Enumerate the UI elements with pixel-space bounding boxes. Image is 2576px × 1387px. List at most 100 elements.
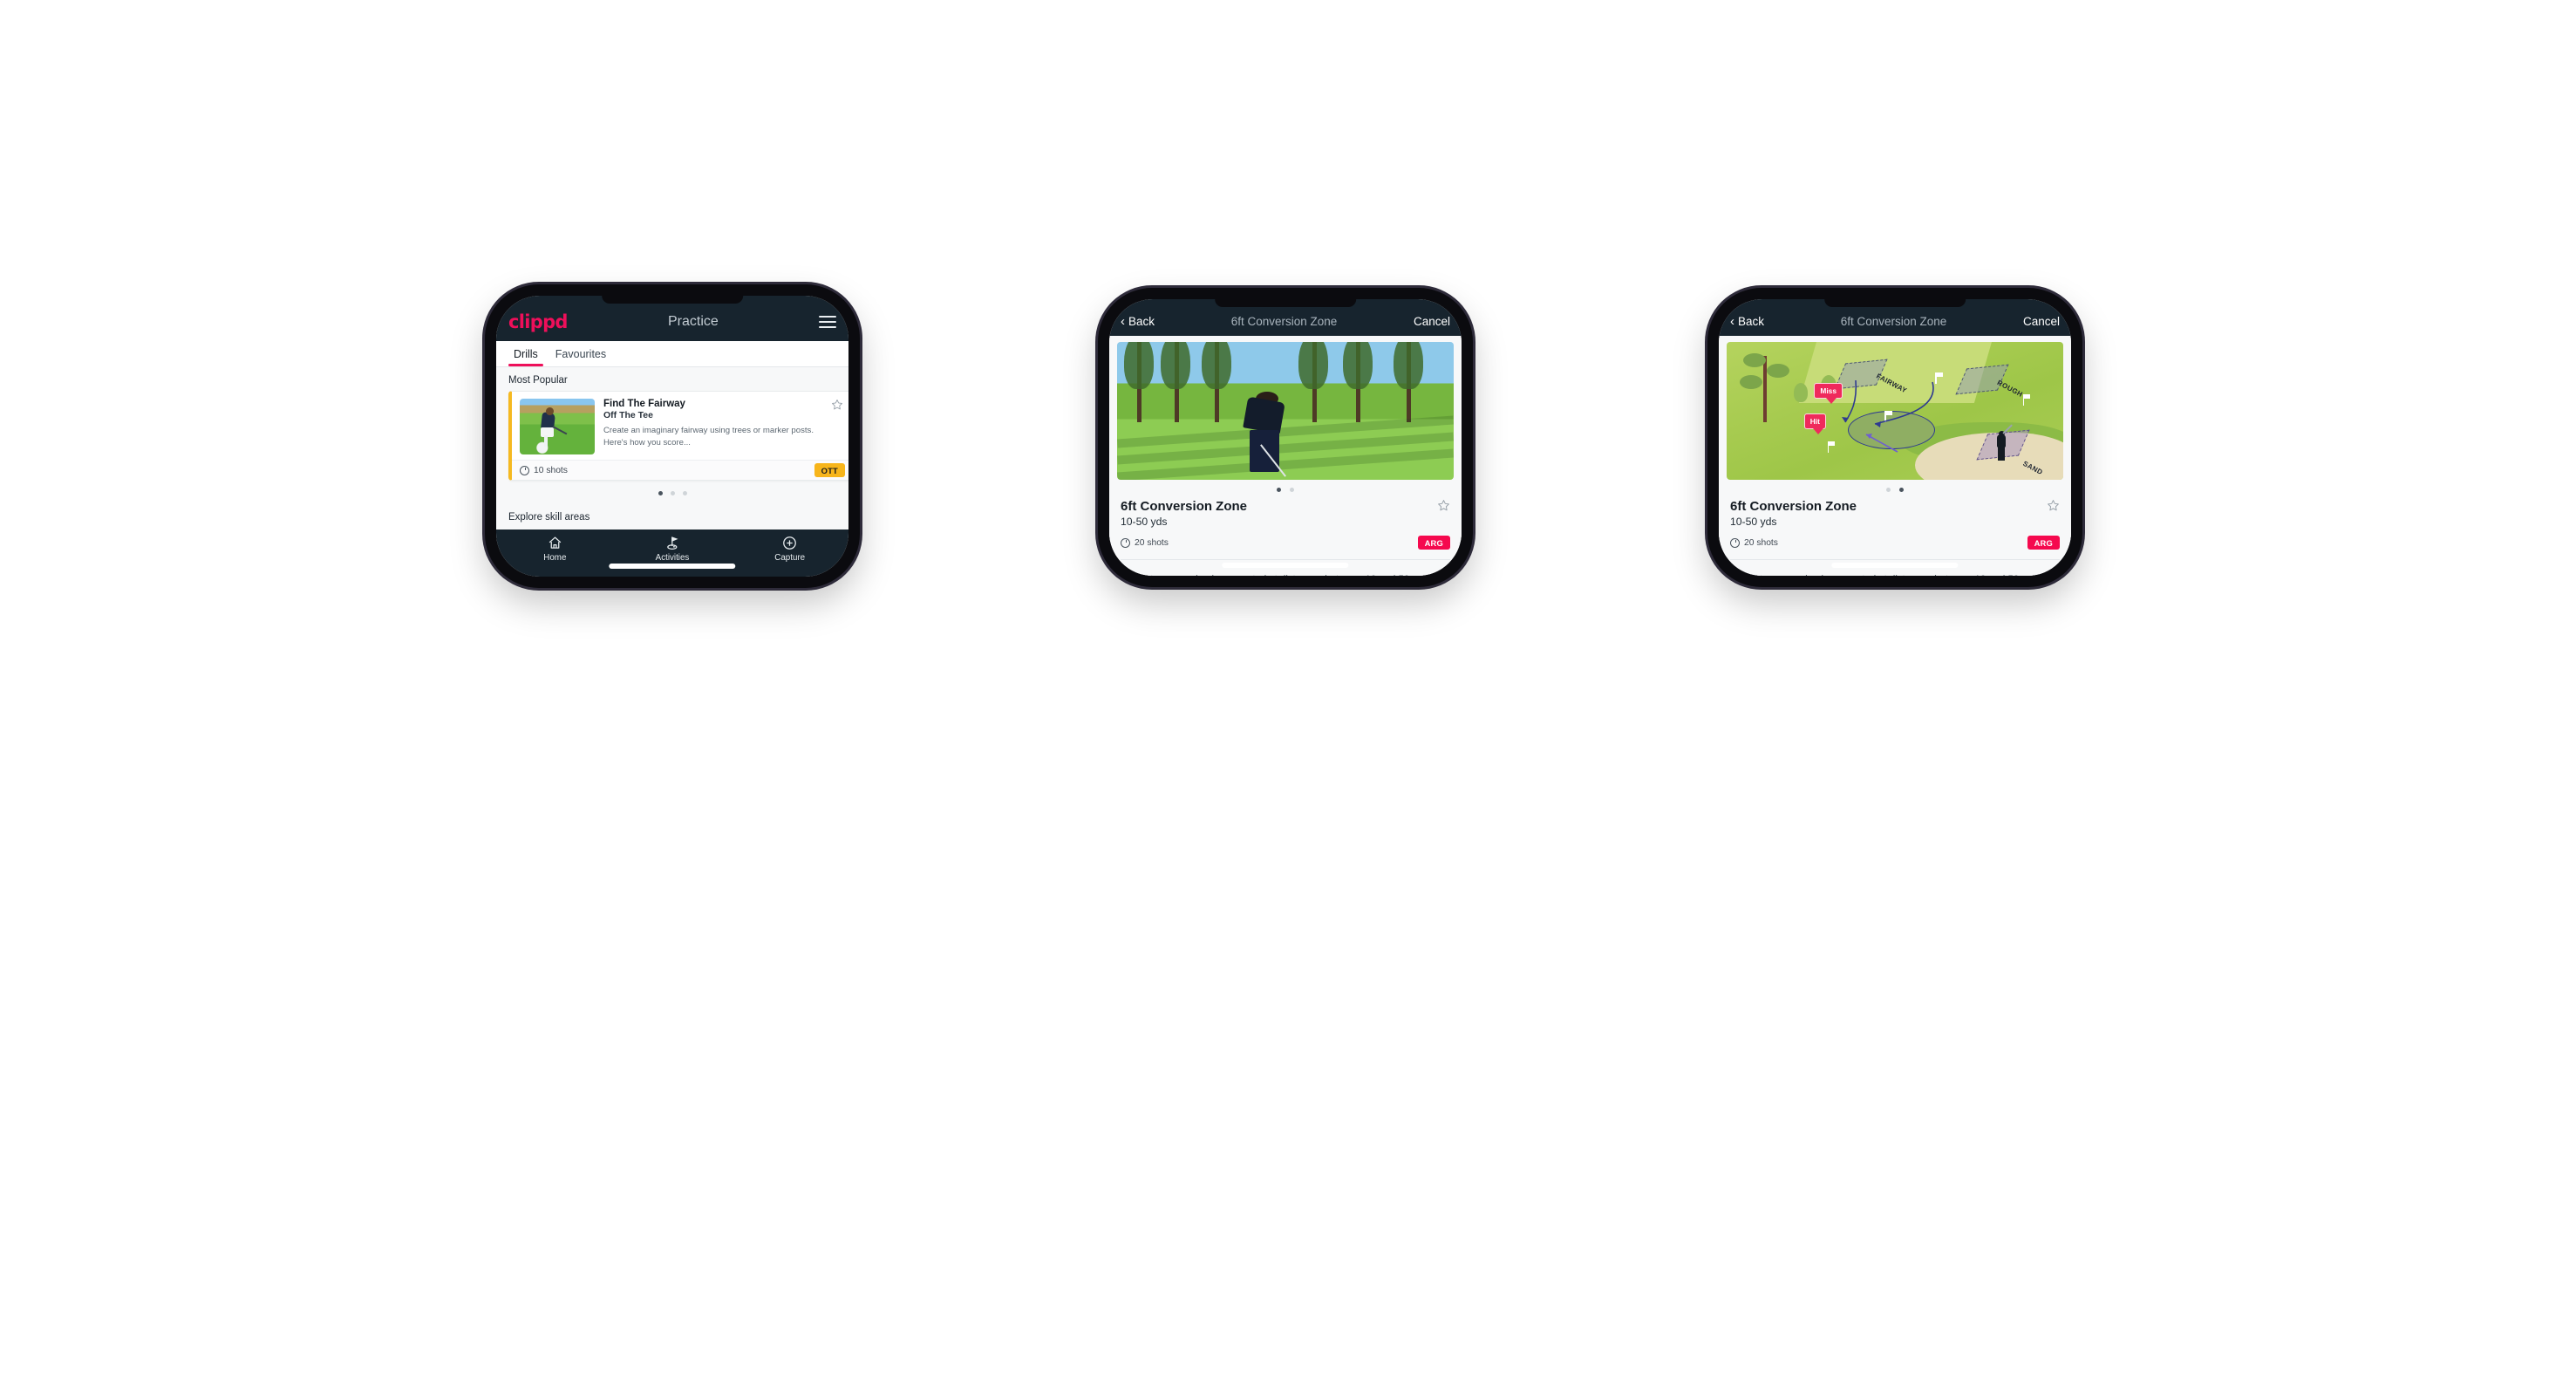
golf-course-diagram: FAIRWAY ROUGH SAND Miss Hit <box>1727 342 2063 480</box>
detail-title-row: 6ft Conversion Zone 10-50 yds <box>1730 499 2060 528</box>
carousel-dot-1[interactable] <box>658 491 663 495</box>
detail-badge-arg: ARG <box>2027 536 2060 550</box>
practice-content: Most Popular Find The Fairway Off The Te… <box>496 367 848 530</box>
golfer-figure <box>1995 424 2013 461</box>
tab-favourites[interactable]: Favourites <box>547 341 615 366</box>
nav-item-activities[interactable]: Activities <box>614 536 732 563</box>
tab-drills[interactable]: Drills <box>505 341 547 366</box>
carousel-dots[interactable] <box>496 481 848 504</box>
phone3-screen: ‹ Back 6ft Conversion Zone Cancel FAIRWA… <box>1719 299 2071 576</box>
clock-icon <box>1730 537 1740 548</box>
drill-shots: 10 shots <box>520 465 568 475</box>
drill-card-footer: 10 shots OTT <box>512 460 848 480</box>
drill-thumbnail <box>520 399 595 454</box>
golf-flag-icon <box>614 536 732 550</box>
page-title: Practice <box>667 314 719 329</box>
detail-shots: 20 shots <box>1730 537 1778 548</box>
chevron-left-icon: ‹ <box>1730 313 1734 329</box>
carousel-dot-3[interactable] <box>682 491 687 495</box>
golfer-chipping-photo <box>1117 342 1454 480</box>
detail-badge-arg: ARG <box>1417 536 1450 550</box>
phone2-screen: ‹ Back 6ft Conversion Zone Cancel 6ft Co… <box>1109 299 1462 576</box>
media-dots[interactable] <box>1121 480 1450 499</box>
drill-detail-card: 6ft Conversion Zone 10-50 yds 20 shots A… <box>1109 480 1462 576</box>
golfer-illustration <box>539 407 568 448</box>
clock-icon <box>520 465 529 475</box>
drill-badge-ott: OTT <box>814 463 845 477</box>
drill-category: Off The Tee <box>603 410 653 420</box>
home-indicator <box>1831 563 1959 568</box>
detail-meta-row: 20 shots ARG <box>1121 536 1450 550</box>
navbar-title: 6ft Conversion Zone <box>1230 314 1338 328</box>
detail-subtitle: 10-50 yds <box>1121 516 1168 528</box>
home-indicator <box>609 564 736 569</box>
detail-title: 6ft Conversion Zone <box>1121 499 1248 514</box>
media-dot-2[interactable] <box>1899 488 1904 492</box>
clock-icon <box>1121 537 1130 548</box>
device-notch <box>1215 299 1356 307</box>
nav-label: Activities <box>655 553 690 563</box>
detail-subtitle: 10-50 yds <box>1730 516 1777 528</box>
skill-areas-grid: Off The Tee Power and accuracy <box>496 528 848 530</box>
drill-shots-label: 10 shots <box>534 465 568 475</box>
miss-tag: Miss <box>1814 383 1843 405</box>
plus-circle-icon <box>731 536 848 550</box>
media-dot-1[interactable] <box>1886 488 1891 492</box>
back-label: Back <box>1128 314 1155 328</box>
detail-body: 6ft Conversion Zone 10-50 yds 20 shots A… <box>1109 336 1462 576</box>
star-outline-icon[interactable] <box>831 399 843 411</box>
drill-info: Find The Fairway Off The Tee Create an i… <box>595 399 845 454</box>
drill-media-illustration[interactable]: FAIRWAY ROUGH SAND Miss Hit <box>1727 342 2063 480</box>
device-notch <box>1824 299 1966 307</box>
detail-title-block: 6ft Conversion Zone 10-50 yds <box>1121 499 1247 528</box>
golfer-figure <box>1238 391 1296 477</box>
phone-mockup-drill-detail-diagram: ‹ Back 6ft Conversion Zone Cancel FAIRWA… <box>1707 288 2082 587</box>
home-icon <box>496 536 614 550</box>
drill-detail-card: 6ft Conversion Zone 10-50 yds 20 shots A… <box>1719 480 2071 576</box>
media-dot-2[interactable] <box>1290 488 1294 492</box>
phone-mockup-practice-list: clippd Practice Drills Favourites Most P… <box>485 284 860 588</box>
nav-label: Capture <box>774 553 806 563</box>
drill-carousel[interactable]: Find The Fairway Off The Tee Create an i… <box>496 391 848 481</box>
back-label: Back <box>1738 314 1765 328</box>
drill-card-top: Find The Fairway Off The Tee Create an i… <box>512 392 848 460</box>
nav-item-home[interactable]: Home <box>496 536 614 563</box>
detail-title: 6ft Conversion Zone <box>1730 499 1857 514</box>
drill-name: Find The Fairway <box>603 399 685 409</box>
detail-shots-label: 20 shots <box>1744 537 1778 548</box>
drill-description: Create an imaginary fairway using trees … <box>603 426 814 448</box>
device-notch <box>602 296 743 304</box>
detail-shots: 20 shots <box>1121 537 1169 548</box>
detail-body: FAIRWAY ROUGH SAND Miss Hit 6ft Conversi… <box>1719 336 2071 576</box>
hit-tag: Hit <box>1803 413 1826 435</box>
hamburger-icon[interactable] <box>819 315 836 329</box>
nav-label: Home <box>543 553 567 563</box>
cancel-button[interactable]: Cancel <box>2023 315 2060 328</box>
drill-media-photo[interactable] <box>1117 342 1454 480</box>
detail-title-row: 6ft Conversion Zone 10-50 yds <box>1121 499 1450 528</box>
cancel-button[interactable]: Cancel <box>1414 315 1450 328</box>
chevron-left-icon: ‹ <box>1121 313 1125 329</box>
back-button[interactable]: ‹ Back <box>1730 315 1764 328</box>
clippd-logo: clippd <box>508 311 568 332</box>
detail-meta-row: 20 shots ARG <box>1730 536 2060 550</box>
phone1-screen: clippd Practice Drills Favourites Most P… <box>496 296 848 577</box>
home-indicator <box>1222 563 1349 568</box>
media-dots[interactable] <box>1730 480 2060 499</box>
phone-mockup-drill-detail-photo: ‹ Back 6ft Conversion Zone Cancel 6ft Co… <box>1098 288 1473 587</box>
drill-card[interactable]: Find The Fairway Off The Tee Create an i… <box>508 391 848 481</box>
carousel-dot-2[interactable] <box>670 491 675 495</box>
navbar-title: 6ft Conversion Zone <box>1840 314 1947 328</box>
section-most-popular-title: Most Popular <box>508 375 568 386</box>
star-outline-icon[interactable] <box>2047 499 2060 512</box>
screenshot-canvas: clippd Practice Drills Favourites Most P… <box>0 0 2576 1387</box>
detail-title-block: 6ft Conversion Zone 10-50 yds <box>1730 499 1857 528</box>
shot-path-arrows <box>1842 379 1934 453</box>
bottom-navigation: Home Activities Capture <box>496 530 848 577</box>
section-explore-title: Explore skill areas <box>508 512 590 523</box>
detail-shots-label: 20 shots <box>1135 537 1169 548</box>
media-dot-1[interactable] <box>1277 488 1281 492</box>
back-button[interactable]: ‹ Back <box>1121 315 1155 328</box>
nav-item-capture[interactable]: Capture <box>731 536 848 563</box>
star-outline-icon[interactable] <box>1437 499 1450 512</box>
